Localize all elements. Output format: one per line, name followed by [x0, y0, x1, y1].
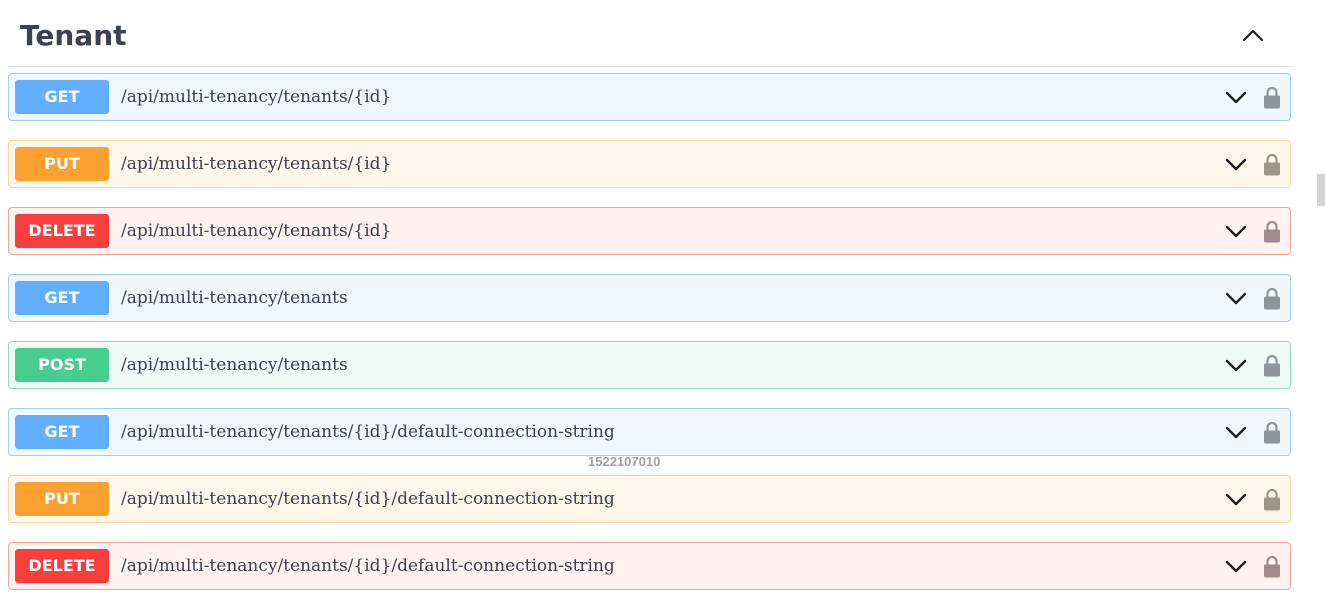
- operation-path: /api/multi-tenancy/tenants/{id}/default-…: [121, 489, 615, 509]
- operation-path: /api/multi-tenancy/tenants: [121, 288, 348, 308]
- method-badge: PUT: [15, 147, 109, 181]
- chevron-down-icon[interactable]: [1224, 153, 1248, 175]
- lock-icon[interactable]: [1263, 286, 1281, 310]
- operation-delete-default-connection-string[interactable]: DELETE /api/multi-tenancy/tenants/{id}/d…: [8, 542, 1291, 590]
- operation-get-default-connection-string[interactable]: GET /api/multi-tenancy/tenants/{id}/defa…: [8, 408, 1291, 456]
- lock-icon[interactable]: [1263, 353, 1281, 377]
- chevron-down-icon[interactable]: [1224, 488, 1248, 510]
- method-badge: DELETE: [15, 214, 109, 248]
- method-badge: GET: [15, 80, 109, 114]
- operation-put-tenant-by-id[interactable]: PUT /api/multi-tenancy/tenants/{id}: [8, 140, 1291, 188]
- lock-icon[interactable]: [1263, 487, 1281, 511]
- tenant-section-header[interactable]: Tenant: [8, 0, 1294, 67]
- lock-icon[interactable]: [1263, 152, 1281, 176]
- watermark-text: 1522107010: [588, 454, 661, 469]
- method-badge: DELETE: [15, 549, 109, 583]
- operation-path: /api/multi-tenancy/tenants/{id}/default-…: [121, 556, 615, 576]
- method-badge: GET: [15, 415, 109, 449]
- operation-path: /api/multi-tenancy/tenants/{id}/default-…: [121, 422, 615, 442]
- lock-icon[interactable]: [1263, 219, 1281, 243]
- lock-icon[interactable]: [1263, 554, 1281, 578]
- chevron-down-icon[interactable]: [1224, 86, 1248, 108]
- operation-get-tenants[interactable]: GET /api/multi-tenancy/tenants: [8, 274, 1291, 322]
- chevron-down-icon[interactable]: [1224, 287, 1248, 309]
- operation-put-default-connection-string[interactable]: PUT /api/multi-tenancy/tenants/{id}/defa…: [8, 475, 1291, 523]
- lock-icon[interactable]: [1263, 85, 1281, 109]
- section-title: Tenant: [20, 19, 127, 52]
- method-badge: PUT: [15, 482, 109, 516]
- method-badge: POST: [15, 348, 109, 382]
- operation-path: /api/multi-tenancy/tenants/{id}: [121, 87, 392, 107]
- operation-get-tenant-by-id[interactable]: GET /api/multi-tenancy/tenants/{id}: [8, 73, 1291, 121]
- operation-path: /api/multi-tenancy/tenants/{id}: [121, 154, 392, 174]
- operation-path: /api/multi-tenancy/tenants: [121, 355, 348, 375]
- chevron-down-icon[interactable]: [1224, 354, 1248, 376]
- operation-delete-tenant-by-id[interactable]: DELETE /api/multi-tenancy/tenants/{id}: [8, 207, 1291, 255]
- chevron-down-icon[interactable]: [1224, 555, 1248, 577]
- lock-icon[interactable]: [1263, 420, 1281, 444]
- scrollbar-thumb[interactable]: [1317, 174, 1325, 206]
- chevron-down-icon[interactable]: [1224, 220, 1248, 242]
- chevron-up-icon[interactable]: [1238, 22, 1268, 48]
- operation-post-tenants[interactable]: POST /api/multi-tenancy/tenants: [8, 341, 1291, 389]
- operation-path: /api/multi-tenancy/tenants/{id}: [121, 221, 392, 241]
- method-badge: GET: [15, 281, 109, 315]
- chevron-down-icon[interactable]: [1224, 421, 1248, 443]
